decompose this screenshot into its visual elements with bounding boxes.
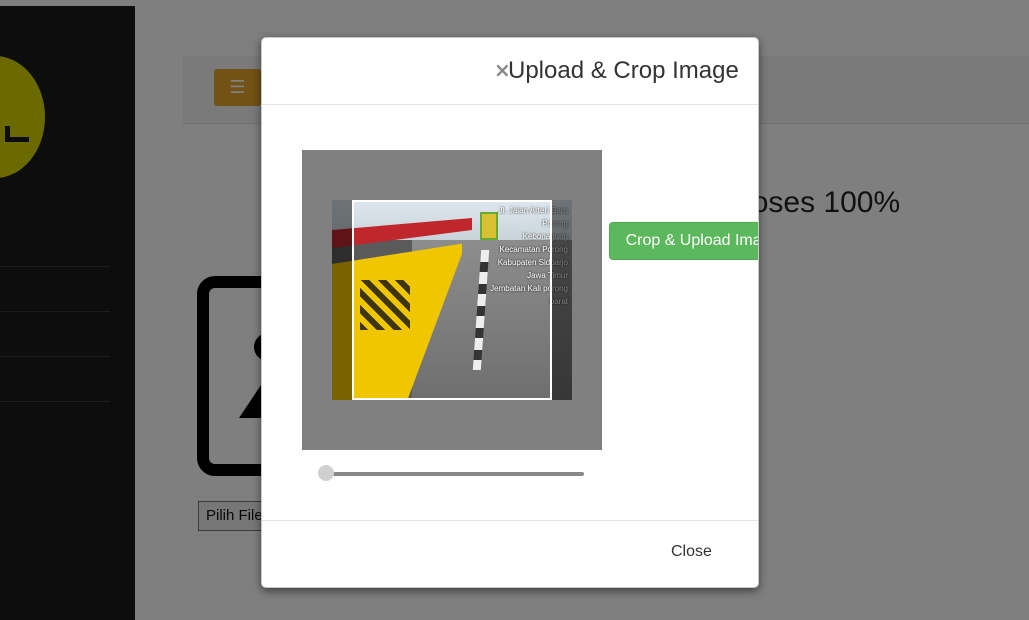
crop-mask-right	[552, 200, 572, 400]
modal-footer: Close	[262, 520, 758, 587]
modal-header: × Upload & Crop Image	[262, 38, 758, 105]
crop-canvas[interactable]: Jl. Jalan Arteri Baru Porong Kebonagung …	[302, 150, 602, 450]
zoom-slider[interactable]	[318, 465, 584, 481]
crop-mask-left	[332, 200, 352, 400]
modal-title: Upload & Crop Image	[508, 57, 739, 84]
crop-upload-button[interactable]: Crop & Upload Image	[609, 222, 758, 260]
crop-selection-box[interactable]	[352, 200, 552, 400]
close-button[interactable]: Close	[671, 543, 712, 561]
upload-crop-modal: × Upload & Crop Image Jl. Jalan Arteri B…	[261, 37, 759, 588]
zoom-slider-thumb[interactable]	[318, 465, 334, 481]
